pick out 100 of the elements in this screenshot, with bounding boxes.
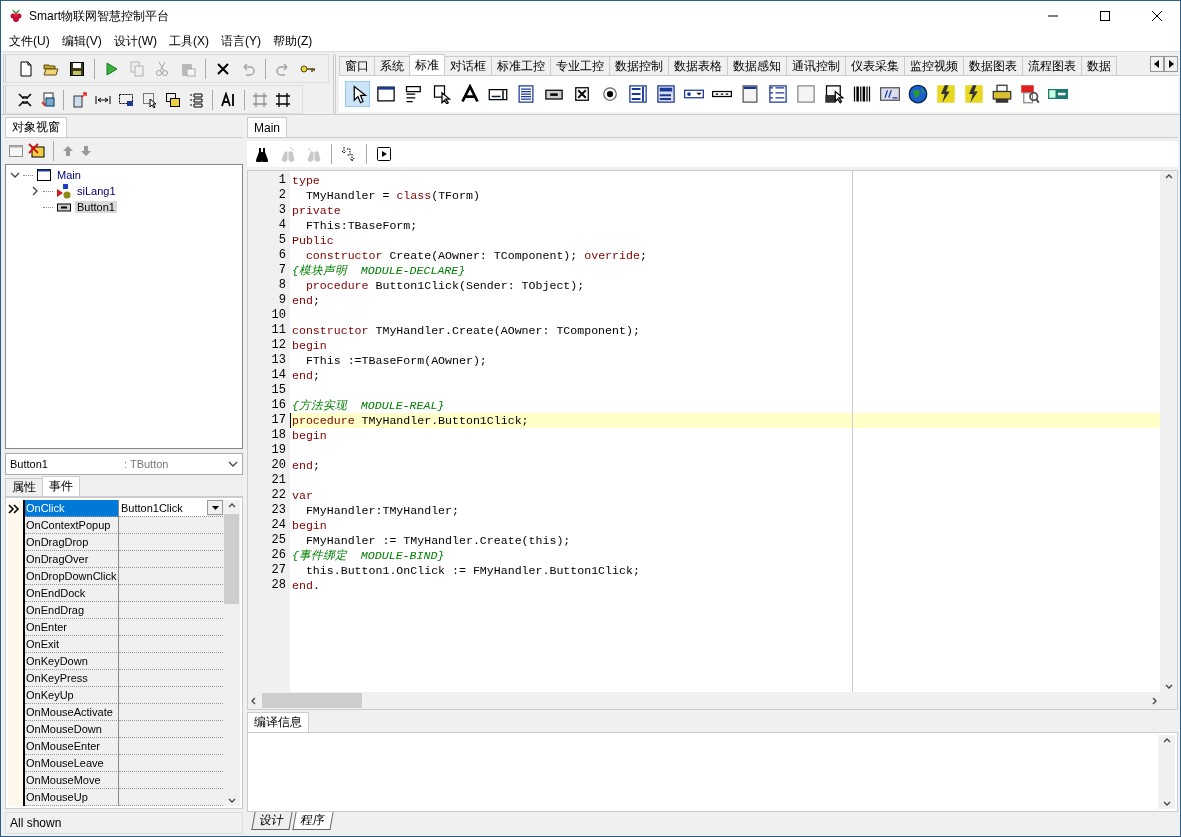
value-cell[interactable] — [119, 534, 223, 551]
event-name[interactable]: OnMouseActivate — [25, 704, 119, 721]
value-cell[interactable] — [119, 687, 223, 704]
palette-tool[interactable] — [345, 81, 370, 107]
value-cell[interactable] — [119, 551, 223, 568]
listbox-icon — [627, 84, 648, 104]
messages-tab[interactable]: 编译信息 — [247, 712, 309, 732]
event-name[interactable]: OnExit — [25, 636, 119, 653]
event-name[interactable]: OnEnter — [25, 619, 119, 636]
delete-icon — [214, 60, 231, 77]
palette-tab[interactable]: 数据 — [1081, 56, 1117, 75]
line-number: 15 — [270, 383, 287, 398]
code-line: TMyHandler = class(TForm) — [304, 188, 480, 203]
value-cell[interactable] — [119, 619, 223, 636]
palette-tab[interactable]: 数据控制 — [609, 56, 669, 75]
scroll-left-button[interactable] — [1150, 56, 1164, 72]
code-line: constructor Create(AOwner: TComponent); override; — [304, 248, 647, 263]
view-tab[interactable]: 设计 — [251, 812, 293, 830]
event-name[interactable]: OnKeyPress — [25, 670, 119, 687]
palette-tab[interactable]: 监控视频 — [904, 56, 964, 75]
event-name[interactable]: OnMouseMove — [25, 772, 119, 789]
line-number: 14 — [270, 368, 287, 383]
terminal-icon — [879, 84, 900, 104]
event-name[interactable]: OnMouseEnter — [25, 738, 119, 755]
new-page-icon — [17, 60, 34, 77]
palette-tab[interactable]: 窗口 — [339, 56, 375, 75]
scrollbar[interactable] — [1158, 735, 1175, 809]
event-name[interactable]: OnKeyDown — [25, 653, 119, 670]
delete-form-icon[interactable] — [28, 143, 46, 159]
palette-tab[interactable]: 仪表采集 — [845, 56, 905, 75]
event-name[interactable]: OnKeyUp — [25, 687, 119, 704]
event-name[interactable]: OnDragOver — [25, 551, 119, 568]
chevron-down-icon[interactable] — [10, 170, 20, 180]
tree-item[interactable]: siLang1 — [75, 185, 118, 197]
scrollbar[interactable] — [223, 500, 240, 806]
dropdown-button[interactable] — [207, 500, 223, 515]
palette-tab[interactable]: 数据图表 — [963, 56, 1023, 75]
scrollbar[interactable] — [1160, 171, 1177, 692]
editor-tab[interactable]: Main — [247, 117, 287, 137]
palette-tab[interactable]: 数据表格 — [668, 56, 728, 75]
event-name[interactable]: OnMouseDown — [25, 721, 119, 738]
palette-tab[interactable]: 数据感知 — [727, 56, 787, 75]
value-cell[interactable] — [119, 568, 223, 585]
event-name[interactable]: OnMouseLeave — [25, 755, 119, 772]
palette-tab[interactable]: 标准 — [409, 54, 445, 75]
value-cell[interactable] — [119, 585, 223, 602]
value-cell[interactable] — [119, 517, 223, 534]
scrollbar[interactable] — [248, 692, 1177, 709]
menu-item[interactable]: 编辑(V) — [55, 32, 108, 50]
code-line: end; — [291, 293, 320, 308]
doc-cursor-icon — [431, 84, 452, 104]
barcode-icon — [851, 84, 872, 104]
value-cell[interactable] — [119, 789, 223, 806]
maximize-icon — [1100, 11, 1110, 21]
value-cell[interactable] — [119, 772, 223, 789]
event-handler-field[interactable]: Button1Click — [119, 500, 207, 516]
menu-item[interactable]: 工具(X) — [163, 32, 215, 50]
chevron-down-icon[interactable] — [228, 459, 238, 469]
event-name[interactable]: OnEndDrag — [25, 602, 119, 619]
value-cell[interactable] — [119, 704, 223, 721]
line-number: 2 — [277, 188, 287, 203]
panel-tab[interactable]: 对象视窗 — [5, 117, 67, 137]
value-cell[interactable] — [119, 670, 223, 687]
tree-item[interactable]: Main — [55, 169, 83, 181]
value-cell[interactable] — [119, 755, 223, 772]
palette-tab[interactable]: 系统 — [374, 56, 410, 75]
line-number: 21 — [270, 473, 287, 488]
value-cell[interactable] — [119, 602, 223, 619]
menu-item[interactable]: 语言(Y) — [215, 32, 267, 50]
value-cell[interactable] — [119, 636, 223, 653]
scroll-right-button[interactable] — [1164, 56, 1178, 72]
palette-tab[interactable]: 对话框 — [444, 56, 492, 75]
status-bar: All shown — [5, 812, 243, 834]
event-name[interactable]: OnContextPopup — [25, 517, 119, 534]
letter-glyph-icon — [459, 84, 480, 104]
palette-tab[interactable]: 专业工控 — [550, 56, 610, 75]
chevron-right-icon[interactable] — [30, 186, 40, 196]
palette-tab[interactable]: 流程图表 — [1022, 56, 1082, 75]
code-line: begin — [291, 518, 327, 533]
document-icon — [39, 91, 56, 108]
object-combobox[interactable]: Button1 : TButton — [5, 453, 243, 475]
event-name[interactable]: OnClick — [25, 500, 119, 517]
palette-tab[interactable]: 通讯控制 — [786, 56, 846, 75]
value-cell[interactable] — [119, 721, 223, 738]
inspector-tab[interactable]: 事件 — [42, 476, 80, 496]
menu-item[interactable]: 帮助(Z) — [267, 32, 319, 50]
menu-item[interactable]: 文件(U) — [3, 32, 56, 50]
event-name[interactable]: OnDropDownClick — [25, 568, 119, 585]
find-next-icon — [280, 146, 296, 162]
event-name[interactable]: OnEndDock — [25, 585, 119, 602]
view-tab[interactable]: 程序 — [292, 812, 334, 830]
value-cell[interactable] — [119, 653, 223, 670]
palette-tab[interactable]: 标准工控 — [491, 56, 551, 75]
event-name[interactable]: OnDragDrop — [25, 534, 119, 551]
value-cell[interactable] — [119, 738, 223, 755]
line-number: 23 — [270, 503, 287, 518]
menu-item[interactable]: 设计(W) — [107, 32, 163, 50]
tree-item[interactable]: Button1 — [75, 201, 117, 213]
inspector-tab[interactable]: 属性 — [5, 478, 43, 496]
event-name[interactable]: OnMouseUp — [25, 789, 119, 806]
